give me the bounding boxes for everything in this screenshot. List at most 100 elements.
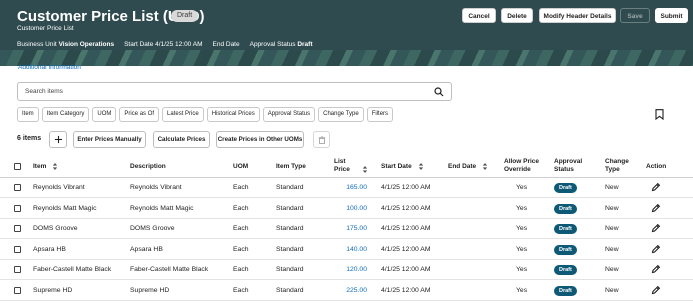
- sort-icon[interactable]: [362, 166, 368, 173]
- enter-prices-manually-button[interactable]: Enter Prices Manually: [73, 131, 146, 148]
- cell-uom: Each: [233, 225, 249, 232]
- cell-list-price[interactable]: 120.00: [331, 266, 367, 273]
- cell-start-date: 4/1/25 12:00 AM: [381, 184, 431, 191]
- approval-status-badge: Draft: [554, 265, 577, 275]
- cell-allow-price-override: Yes: [516, 225, 528, 232]
- row-checkbox[interactable]: [14, 204, 21, 212]
- row-checkbox[interactable]: [14, 245, 21, 253]
- cell-uom: Each: [233, 266, 249, 273]
- pencil-icon[interactable]: [651, 223, 661, 233]
- pencil-icon[interactable]: [651, 182, 661, 192]
- item-count: 6 items: [17, 135, 42, 142]
- pencil-icon[interactable]: [651, 244, 661, 254]
- column-action: Action: [646, 163, 667, 170]
- add-icon: [54, 135, 62, 144]
- filter-chip-approval-status[interactable]: Approval Status: [262, 107, 316, 122]
- cell-item-type: Standard: [276, 266, 304, 273]
- pencil-icon[interactable]: [651, 285, 661, 295]
- approval-status-badge: Draft: [554, 203, 577, 214]
- cell-description: Faber-Castell Matte Black: [130, 266, 209, 273]
- cell-item-type: Standard: [276, 286, 304, 294]
- filter-chip-filters[interactable]: Filters: [366, 107, 394, 122]
- cell-list-price[interactable]: 165.00: [331, 184, 367, 191]
- cell-item-type: Standard: [276, 225, 304, 232]
- approval-status-badge: Draft: [554, 244, 577, 255]
- filter-chip-price-as-of[interactable]: Price as Of: [119, 107, 160, 122]
- table-row[interactable]: Reynolds Vibrant Reynolds Vibrant Each Stan…: [0, 178, 693, 198]
- cell-item-type: Standard: [276, 204, 304, 212]
- column-item-type: Item Type: [276, 163, 306, 170]
- search-input[interactable]: Search items: [17, 82, 452, 101]
- cell-list-price[interactable]: 100.00: [331, 205, 367, 212]
- sort-icon[interactable]: [52, 163, 58, 170]
- approval-status-badge: Draft: [554, 224, 577, 234]
- filter-chip-uom[interactable]: UOM: [92, 107, 117, 122]
- cell-change-type: New: [605, 225, 619, 232]
- filter-chip-latest-price[interactable]: Latest Price: [162, 107, 204, 122]
- cell-item: Supreme HD: [33, 286, 73, 294]
- row-checkbox[interactable]: [14, 184, 21, 191]
- header-pattern: [0, 50, 693, 66]
- create-prices-in-other-uoms-button[interactable]: Create Prices in Other UOMs: [216, 131, 304, 148]
- row-checkbox[interactable]: [14, 286, 21, 294]
- search-icon[interactable]: [434, 87, 444, 97]
- table-row[interactable]: Apsara HB Apsara HB Each Standard 140.00 4/1/…: [0, 240, 693, 260]
- cell-item-type: Standard: [276, 245, 304, 253]
- additional-information-link[interactable]: Additional Information: [18, 64, 81, 71]
- cell-item: Reynolds Vibrant: [33, 184, 85, 191]
- cell-list-price[interactable]: 175.00: [331, 225, 367, 232]
- cell-start-date: 4/1/25 12:00 AM: [381, 245, 431, 253]
- meta-end-date: End Date: [212, 41, 240, 48]
- column-allow-price-override: Allow Price Override: [504, 158, 540, 173]
- cell-description: Reynolds Matt Magic: [130, 204, 194, 212]
- column-start-date[interactable]: Start Date: [381, 163, 424, 171]
- cell-description: DOMS Groove: [130, 225, 175, 232]
- meta-start-date: Start Date 4/1/25 12:00 AM: [124, 41, 203, 48]
- filter-chip-item[interactable]: Item: [17, 107, 39, 122]
- cell-list-price[interactable]: 225.00: [331, 287, 367, 294]
- select-all-checkbox[interactable]: [14, 163, 21, 170]
- filter-chip-item-category[interactable]: Item Category: [41, 107, 90, 122]
- column-list-price[interactable]: List Price: [334, 158, 368, 174]
- table-row[interactable]: Reynolds Matt Magic Reynolds Matt Magic Ea…: [0, 199, 693, 219]
- pencil-icon[interactable]: [651, 203, 661, 213]
- cell-change-type: New: [605, 286, 619, 294]
- table-row[interactable]: Faber-Castell Matte Black Faber-Castell M…: [0, 260, 693, 280]
- add-button[interactable]: [49, 131, 67, 148]
- cell-start-date: 4/1/25 12:00 AM: [381, 266, 431, 273]
- search-placeholder: Search items: [25, 88, 63, 95]
- cell-change-type: New: [605, 266, 619, 273]
- calculate-prices-button[interactable]: Calculate Prices: [153, 131, 210, 148]
- sort-icon[interactable]: [418, 163, 424, 170]
- table-header: Item Description UOM Item Type List Pric…: [0, 156, 693, 178]
- delete-button[interactable]: Delete: [501, 8, 533, 23]
- sort-icon[interactable]: [482, 163, 488, 170]
- cancel-button[interactable]: Cancel: [462, 8, 496, 23]
- row-checkbox[interactable]: [14, 225, 21, 232]
- cell-start-date: 4/1/25 12:00 AM: [381, 286, 431, 294]
- cell-allow-price-override: Yes: [516, 245, 528, 253]
- column-description: Description: [130, 163, 166, 170]
- modify-header-details-button[interactable]: Modify Header Details: [539, 8, 616, 23]
- page-subtitle: Customer Price List: [17, 25, 74, 32]
- bookmark-icon[interactable]: [655, 109, 664, 120]
- column-uom: UOM: [233, 163, 249, 170]
- cell-uom: Each: [233, 184, 249, 191]
- filter-chip-change-type[interactable]: Change Type: [318, 107, 364, 122]
- cell-item-type: Standard: [276, 184, 304, 191]
- table-row[interactable]: Supreme HD Supreme HD Each Standard 225.00 4/…: [0, 281, 693, 301]
- cell-list-price[interactable]: 140.00: [331, 246, 367, 253]
- filter-chip-historical-prices[interactable]: Historical Prices: [206, 107, 260, 122]
- page-header: Customer Price List (USD) Draft Customer…: [0, 0, 693, 66]
- submit-button[interactable]: Submit: [655, 8, 688, 23]
- pencil-icon[interactable]: [651, 264, 661, 274]
- save-button[interactable]: Save: [620, 8, 650, 23]
- cell-item: Apsara HB: [33, 245, 66, 253]
- row-checkbox[interactable]: [14, 266, 21, 273]
- table-row[interactable]: DOMS Groove DOMS Groove Each Standard 175.00…: [0, 219, 693, 239]
- column-item[interactable]: Item: [33, 163, 58, 171]
- column-end-date[interactable]: End Date: [448, 163, 488, 171]
- header-meta: Business Unit Vision Operations Start Da…: [17, 41, 322, 48]
- delete-rows-button[interactable]: [313, 131, 330, 148]
- approval-status-badge: Draft: [554, 285, 577, 296]
